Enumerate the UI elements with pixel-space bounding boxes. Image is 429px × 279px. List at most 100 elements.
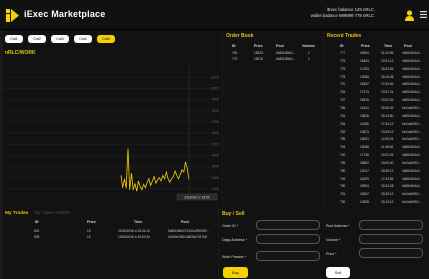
recent-trades-cell[interactable]: 0x8016b5c2... — [402, 82, 422, 86]
recent-trades-cell[interactable]: 19:01:12 — [381, 59, 393, 63]
recent-trades-cell[interactable]: 16114 — [360, 106, 369, 110]
recent-trades-cell[interactable]: 19:22:36 — [381, 98, 393, 102]
recent-trades-cell[interactable]: 0x41a0091f... — [402, 130, 421, 134]
category-button-4[interactable]: Cat4 — [74, 35, 92, 43]
category-button-1[interactable]: Cat1 — [5, 35, 23, 43]
order-book-cell[interactable]: 779 — [232, 57, 237, 61]
recent-trades-cell[interactable]: 0x8016b5c2... — [402, 184, 422, 188]
my-trades-cell[interactable]: 632 — [34, 229, 39, 233]
recent-trades-cell[interactable]: 16357 — [360, 82, 369, 86]
recent-trades-cell[interactable]: 12:59:24 — [381, 137, 393, 141]
recent-trades-cell[interactable]: 19:09:40 — [381, 161, 393, 165]
my-trades-cell[interactable]: 0x801f65b27233Ca9924SF... — [168, 229, 209, 233]
recent-trades-cell[interactable]: 731 — [340, 192, 345, 196]
recent-trades-cell[interactable]: 17:53:46 — [381, 82, 393, 86]
recent-trades-cell[interactable]: 14029 — [360, 177, 369, 181]
tab-my-trades[interactable]: My Trades — [5, 211, 28, 216]
recent-trades-cell[interactable]: 0x8016b5c2... — [402, 51, 422, 55]
recent-trades-cell[interactable]: 15564 — [360, 184, 369, 188]
buy-button[interactable]: Buy — [223, 267, 248, 278]
my-trades-cell[interactable]: 15 — [87, 235, 91, 239]
recent-trades-cell[interactable]: 776 — [340, 67, 345, 71]
recent-trades-cell[interactable]: 15515 — [360, 98, 369, 102]
recent-trades-cell[interactable]: 18852 — [360, 161, 369, 165]
recent-trades-cell[interactable]: 749 — [340, 177, 345, 181]
price-input[interactable] — [359, 248, 423, 258]
recent-trades-cell[interactable]: 13:57:24 — [381, 90, 393, 94]
recent-trades-cell[interactable]: 17736 — [360, 153, 369, 157]
recent-trades-cell[interactable]: 17:33:56 — [381, 177, 393, 181]
recent-trades-cell[interactable]: 740 — [340, 153, 345, 157]
order-book-cell[interactable]: 18323 — [254, 51, 263, 55]
recent-trades-cell[interactable]: 19:22:26 — [381, 153, 393, 157]
tab-my-open-orders[interactable]: My Open Orders — [34, 211, 69, 216]
work-params-input[interactable] — [256, 251, 320, 261]
recent-trades-cell[interactable]: 778 — [340, 75, 345, 79]
hamburger-menu-icon[interactable] — [420, 11, 427, 18]
recent-trades-cell[interactable]: 763 — [340, 90, 345, 94]
order-book-cell[interactable]: 18376 — [254, 57, 263, 61]
recent-trades-cell[interactable]: 15068 — [360, 145, 369, 149]
my-trades-cell[interactable]: 21/06/2018 à 15:44:12 — [118, 229, 150, 233]
recent-trades-cell[interactable]: 12898 — [360, 200, 369, 204]
recent-trades-cell[interactable]: 18:15:12 — [381, 200, 393, 204]
recent-trades-cell[interactable]: 777 — [340, 51, 345, 55]
my-trades-cell[interactable]: 15 — [87, 229, 91, 233]
recent-trades-cell[interactable]: 0x8016b5c2... — [402, 59, 422, 63]
recent-trades-cell[interactable]: 0x41a0091f... — [402, 192, 421, 196]
my-trades-cell[interactable]: 0x40fe01fDCa8D5d7347bE... — [168, 235, 210, 239]
recent-trades-cell[interactable]: 16493 — [360, 59, 369, 63]
order-book-cell[interactable]: 1 — [308, 51, 310, 55]
recent-trades-cell[interactable]: 0x41a0091f... — [402, 200, 421, 204]
user-icon[interactable] — [405, 10, 414, 21]
recent-trades-cell[interactable]: 01:20:56 — [381, 51, 393, 55]
order-book-cell[interactable]: 0x801f55b2... — [276, 57, 295, 61]
recent-trades-cell[interactable]: 0x41a0091f... — [402, 137, 421, 141]
recent-trades-cell[interactable]: 0x41a0091f... — [402, 161, 421, 165]
order-book-cell[interactable]: 1 — [308, 57, 310, 61]
recent-trades-cell[interactable]: 18:30:12 — [381, 192, 393, 196]
recent-trades-cell[interactable]: 764 — [340, 122, 345, 126]
recent-trades-cell[interactable]: 730 — [340, 200, 345, 204]
recent-trades-cell[interactable]: 11465 — [360, 122, 369, 126]
recent-trades-cell[interactable]: 18:16:48 — [381, 75, 393, 79]
recent-trades-cell[interactable]: 16994 — [360, 51, 369, 55]
recent-trades-cell[interactable]: 13:05:12 — [381, 130, 393, 134]
recent-trades-cell[interactable]: 757 — [340, 98, 345, 102]
recent-trades-cell[interactable]: 0x8016b5c2... — [402, 153, 422, 157]
sell-button[interactable]: Sell — [326, 267, 350, 278]
recent-trades-cell[interactable]: 17373 — [360, 90, 369, 94]
recent-trades-cell[interactable]: 755 — [340, 137, 345, 141]
recent-trades-cell[interactable]: 0x41a0091f... — [402, 122, 421, 126]
recent-trades-cell[interactable]: 18:23:06 — [381, 67, 393, 71]
recent-trades-cell[interactable]: 0x8016b5c2... — [402, 98, 422, 102]
recent-trades-cell[interactable]: 760 — [340, 169, 345, 173]
recent-trades-cell[interactable]: 18:13:50 — [381, 114, 393, 118]
recent-trades-cell[interactable]: 12017 — [360, 169, 369, 173]
recent-trades-cell[interactable]: 18:30:45 — [381, 106, 393, 110]
recent-trades-cell[interactable]: 750 — [340, 184, 345, 188]
recent-trades-cell[interactable]: 736 — [340, 161, 345, 165]
recent-trades-cell[interactable]: 0x8016b5c2... — [402, 67, 422, 71]
recent-trades-cell[interactable]: 14907 — [360, 192, 369, 196]
recent-trades-cell[interactable]: 12783 — [360, 67, 369, 71]
recent-trades-cell[interactable]: 0x8016b5c2... — [402, 145, 422, 149]
my-trades-cell[interactable]: 539 — [34, 235, 39, 239]
order-book-cell[interactable]: 0x801f55b2... — [276, 51, 295, 55]
recent-trades-cell[interactable]: 775 — [340, 59, 345, 63]
recent-trades-cell[interactable]: 0x8016b5c2... — [402, 90, 422, 94]
recent-trades-cell[interactable]: 11:48:06 — [381, 145, 393, 149]
pool-address-input[interactable] — [359, 220, 423, 230]
recent-trades-cell[interactable]: 754 — [340, 145, 345, 149]
recent-trades-cell[interactable]: 762 — [340, 130, 345, 134]
recent-trades-cell[interactable]: 13873 — [360, 130, 369, 134]
recent-trades-cell[interactable]: 15826 — [360, 114, 369, 118]
recent-trades-cell[interactable]: 18:30:12 — [381, 169, 393, 173]
recent-trades-cell[interactable]: 770 — [340, 82, 345, 86]
recent-trades-cell[interactable]: 16:32:28 — [381, 184, 393, 188]
category-button-2[interactable]: Cat2 — [28, 35, 46, 43]
recent-trades-cell[interactable]: 17:34:12 — [381, 122, 393, 126]
order-id-input[interactable] — [256, 220, 320, 230]
recent-trades-cell[interactable]: 16001 — [360, 137, 369, 141]
recent-trades-cell[interactable]: 13068 — [360, 75, 369, 79]
